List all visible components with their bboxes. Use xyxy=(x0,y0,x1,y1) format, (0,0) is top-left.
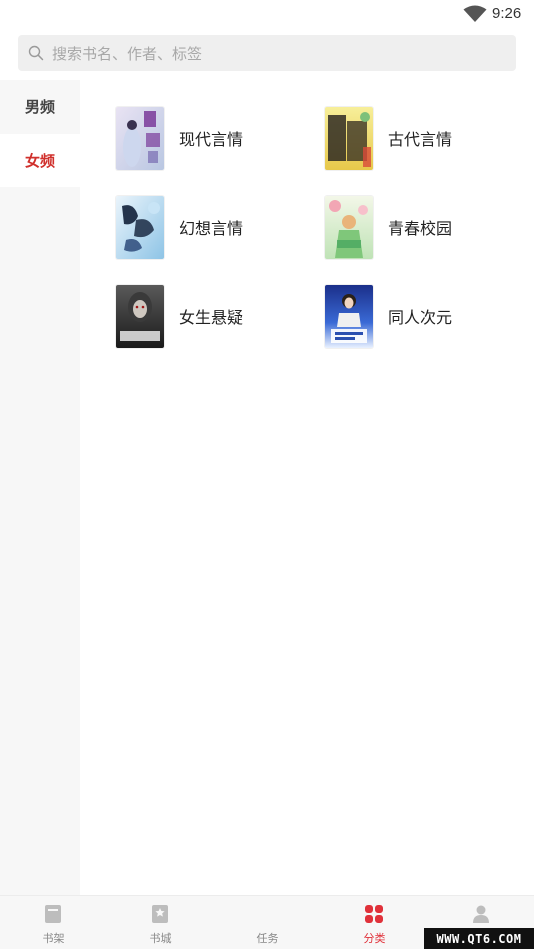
nav-task[interactable]: 任务 xyxy=(214,896,321,949)
genre-name: 青春校园 xyxy=(388,219,453,238)
nav-bookshelf[interactable]: 书架 xyxy=(0,896,107,949)
nav-bookstore[interactable]: 书城 xyxy=(107,896,214,949)
nav-label: 任务 xyxy=(256,932,279,945)
genre-name: 幻想言情 xyxy=(179,219,244,238)
genre-name: 古代言情 xyxy=(388,130,453,149)
genre-item[interactable]: 青春校园 xyxy=(325,195,525,259)
genre-item[interactable]: 女生悬疑 xyxy=(116,284,316,348)
bookstore-icon xyxy=(152,905,168,923)
nav-label: 书城 xyxy=(149,932,172,945)
genre-name: 同人次元 xyxy=(388,308,453,327)
genre-name: 女生悬疑 xyxy=(179,308,244,327)
book-cover xyxy=(116,106,164,170)
genre-item[interactable]: 幻想言情 xyxy=(116,195,316,259)
search-input[interactable]: 搜索书名、作者、标签 xyxy=(18,35,516,71)
status-bar: 9:26 xyxy=(0,0,534,28)
category-icon xyxy=(365,905,383,923)
profile-icon xyxy=(473,905,489,923)
book-cover xyxy=(325,195,373,259)
category-rail: 男频 女频 xyxy=(0,80,80,895)
genre-name: 现代言情 xyxy=(179,130,244,149)
book-cover xyxy=(116,284,164,348)
search-placeholder: 搜索书名、作者、标签 xyxy=(52,44,203,63)
genre-item[interactable]: 古代言情 xyxy=(325,106,525,170)
book-cover xyxy=(325,106,373,170)
nav-label: 书架 xyxy=(42,932,65,945)
search-icon xyxy=(28,45,44,61)
bookshelf-icon xyxy=(45,905,61,923)
genre-item[interactable]: 同人次元 xyxy=(325,284,525,348)
rail-item-male[interactable]: 男频 xyxy=(0,80,80,133)
watermark: WWW.QT6.COM xyxy=(424,928,534,949)
status-time: 9:26 xyxy=(492,5,522,22)
app-screen: 9:26 搜索书名、作者、标签 男频 女频 现代言情 古代言情 幻想言情 青春校… xyxy=(0,0,534,949)
genre-item[interactable]: 现代言情 xyxy=(116,106,316,170)
book-cover xyxy=(116,195,164,259)
book-cover xyxy=(325,284,373,348)
wifi-icon xyxy=(463,5,487,22)
nav-category[interactable]: 分类 xyxy=(321,896,428,949)
nav-label: 分类 xyxy=(363,932,386,945)
rail-item-female[interactable]: 女频 xyxy=(0,134,80,187)
